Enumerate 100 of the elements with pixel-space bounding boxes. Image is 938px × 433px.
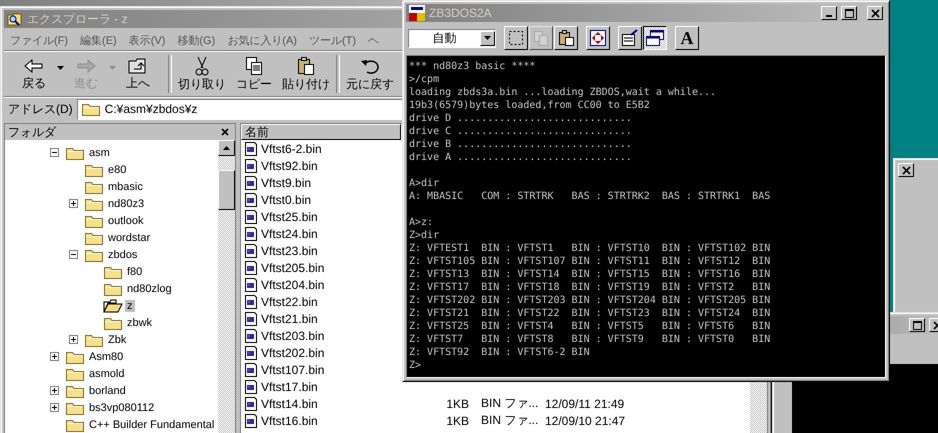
file-type: BIN ファ...	[480, 395, 539, 412]
file-name[interactable]: Vftst203.bin	[261, 328, 324, 342]
menu-item[interactable]: 表示(V)	[122, 32, 172, 48]
close-icon[interactable]	[221, 128, 229, 136]
menu-item[interactable]: ヘ	[362, 32, 385, 48]
toolbar-button[interactable]: 元に戻す	[344, 54, 396, 94]
file-name[interactable]: Vftst204.bin	[261, 278, 324, 292]
copy-icon	[243, 56, 265, 76]
folder-name[interactable]: Zbk	[106, 334, 128, 346]
folder-name[interactable]: asmold	[87, 368, 126, 380]
scrollbar[interactable]	[750, 379, 767, 433]
file-icon	[244, 362, 258, 378]
toolbar-button[interactable]: 戻る	[8, 54, 60, 94]
maximize-icon	[912, 320, 922, 330]
menu-item[interactable]: 編集(E)	[74, 32, 123, 48]
toolbar-button[interactable]	[643, 26, 667, 50]
terminal-line: *** nd80z3 basic ****	[409, 60, 536, 73]
folder-name[interactable]: C++ Builder Fundamental	[87, 418, 216, 430]
file-name[interactable]: Vftst14.bin	[261, 396, 318, 410]
maximize-button[interactable]	[909, 318, 925, 332]
folder-name[interactable]: asm	[87, 146, 112, 158]
file-icon	[244, 276, 258, 292]
file-name[interactable]: Vftst22.bin	[261, 294, 318, 308]
file-size: 1KB	[445, 414, 469, 428]
file-icon	[244, 310, 258, 326]
address-field[interactable]: C:¥asm¥zbdos¥z	[76, 98, 404, 120]
file-icon	[244, 328, 258, 344]
expand-toggle[interactable]	[69, 335, 78, 344]
toolbar-button[interactable]: コピー	[228, 54, 280, 94]
up-arrow-icon[interactable]	[223, 146, 230, 150]
folder-name[interactable]: bs3vp080112	[87, 402, 156, 414]
toolbar-button[interactable]: A	[675, 26, 699, 50]
file-name[interactable]: Vftst202.bin	[261, 346, 324, 360]
folder-name[interactable]: nd80zlog	[125, 282, 174, 294]
window-title: エクスプローラ - z	[27, 10, 128, 28]
file-name[interactable]: Vftst25.bin	[261, 210, 318, 224]
menu-item[interactable]: ファイル(F)	[4, 32, 74, 48]
toolbar-button[interactable]: 切り取り	[176, 54, 228, 94]
file-name[interactable]: Vftst23.bin	[261, 244, 318, 258]
menu-item[interactable]: ツール(T)	[302, 32, 362, 48]
file-name[interactable]: Vftst21.bin	[261, 312, 318, 326]
expand-toggle[interactable]	[69, 199, 78, 208]
menu-item[interactable]: 移動(G)	[171, 32, 222, 48]
folder-name[interactable]: nd80z3	[106, 198, 146, 210]
maximize-button[interactable]	[841, 6, 857, 20]
terminal-line: Z>dir	[409, 229, 440, 242]
folder-name[interactable]: f80	[125, 266, 144, 278]
file-name[interactable]: Vftst107.bin	[261, 362, 324, 376]
terminal-line: Z: VFTST21 BIN : VFTST22 BIN : VFTST23 BIN : VFTST24 BIN	[409, 307, 772, 320]
file-icon	[244, 208, 258, 224]
scrollbar[interactable]	[218, 140, 235, 433]
file-icon	[244, 174, 258, 190]
folder-name[interactable]: Asm80	[87, 350, 126, 362]
file-icon	[244, 344, 258, 360]
close-button[interactable]	[898, 163, 914, 177]
terminal-line: Z: VFTST13 BIN : VFTST14 BIN : VFTST15 BIN : VFTST16 BIN	[409, 268, 772, 281]
file-name[interactable]: Vftst92.bin	[261, 158, 318, 172]
caret-icon[interactable]	[484, 36, 491, 40]
minimize-icon	[826, 15, 832, 17]
window-title: ZB3DOS2A	[429, 6, 492, 20]
file-name[interactable]: Vftst16.bin	[261, 414, 318, 428]
terminal-line: Z: VFTEST1 BIN : VFTST1 BIN : VFTST10 BIN : VFTST102 BIN	[409, 242, 772, 255]
folder-name[interactable]: e80	[106, 164, 128, 176]
folder-name[interactable]: zbwk	[125, 316, 154, 328]
maximize-icon	[844, 8, 854, 18]
address-label: アドレス(D)	[8, 100, 73, 118]
folder-name[interactable]: zbdos	[106, 248, 140, 260]
file-icon	[244, 192, 258, 208]
collapse-toggle[interactable]	[69, 250, 78, 259]
column-header[interactable]: 名前	[241, 124, 401, 140]
expand-toggle[interactable]	[50, 403, 59, 412]
minimize-button[interactable]	[821, 6, 837, 20]
folder-icon	[103, 298, 123, 314]
toolbar-button[interactable]: 上へ	[112, 54, 164, 94]
magnifier-folder-icon	[7, 12, 23, 26]
font-size-dropdown[interactable]: 自動	[408, 28, 496, 48]
file-name[interactable]: Vftst9.bin	[261, 176, 312, 190]
file-name[interactable]: Vftst205.bin	[261, 260, 324, 274]
file-icon	[244, 412, 258, 428]
folder-name[interactable]: wordstar	[106, 232, 152, 244]
file-name[interactable]: Vftst6-2.bin	[261, 142, 322, 156]
close-button[interactable]	[867, 6, 883, 20]
folder-name[interactable]: mbasic	[106, 180, 145, 192]
properties-icon	[621, 29, 639, 47]
folder-name[interactable]: z	[125, 300, 134, 312]
close-icon	[870, 8, 880, 18]
collapse-toggle[interactable]	[50, 148, 59, 157]
folder-name[interactable]: outlook	[106, 214, 146, 226]
file-name[interactable]: Vftst0.bin	[261, 192, 312, 206]
file-icon	[244, 378, 258, 394]
file-name[interactable]: Vftst24.bin	[261, 226, 318, 240]
caret-icon[interactable]	[57, 66, 64, 70]
expand-toggle[interactable]	[50, 352, 59, 361]
menu-item[interactable]: お気に入り(A)	[221, 32, 303, 48]
folder-name[interactable]: borland	[87, 384, 128, 396]
file-icon	[244, 226, 258, 242]
expand-toggle[interactable]	[50, 386, 59, 395]
file-name[interactable]: Vftst17.bin	[261, 380, 318, 394]
scrollbar-thumb[interactable]	[218, 170, 235, 210]
toolbar-button[interactable]: 貼り付け	[280, 54, 332, 94]
